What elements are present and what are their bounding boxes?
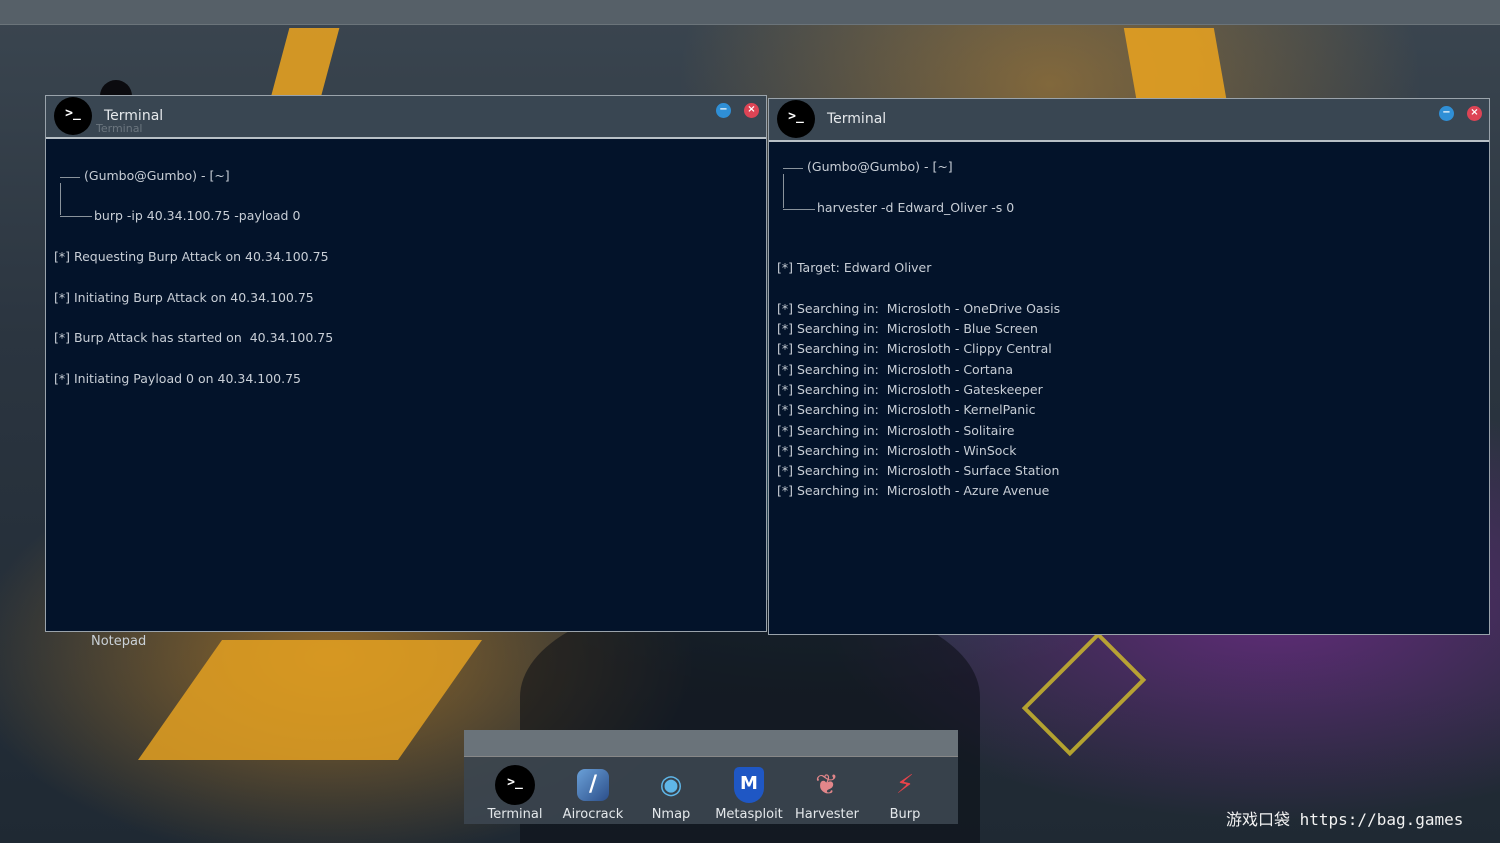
terminal-content[interactable]: (Gumbo@Gumbo) - [~] harvester -d Edward_… (769, 140, 1489, 634)
dock: >_ Terminal / Airocrack ◉ Nmap M Metaspl… (464, 730, 958, 824)
output-line: [*] Burp Attack has started on 40.34.100… (54, 330, 334, 345)
dock-item-airocrack[interactable]: / Airocrack (554, 757, 632, 824)
eye-icon: ◉ (659, 770, 683, 800)
prompt-tree-line (60, 216, 92, 217)
burp-lightning-icon: ⚡ (895, 770, 915, 800)
output-line: [*] Requesting Burp Attack on 40.34.100.… (54, 249, 329, 264)
output-line: [*] Searching in: Microsloth - KernelPan… (777, 402, 1036, 417)
terminal-content[interactable]: (Gumbo@Gumbo) - [~] burp -ip 40.34.100.7… (46, 137, 766, 631)
dock-item-label: Burp (889, 807, 921, 822)
window-titlebar[interactable]: >_ Terminal − × (769, 99, 1489, 141)
output-line: [*] Initiating Burp Attack on 40.34.100.… (54, 290, 314, 305)
output-line: [*] Searching in: Microsloth - Surface S… (777, 463, 1060, 478)
dock-item-label: Metasploit (715, 807, 783, 822)
desktop-notepad-label[interactable]: Notepad (91, 634, 146, 649)
output-line: [*] Searching in: Microsloth - OneDrive … (777, 301, 1061, 316)
output-line: [*] Searching in: Microsloth - Blue Scre… (777, 321, 1038, 336)
wallpaper-shape (137, 640, 483, 760)
dock-item-label: Terminal (487, 807, 543, 822)
close-button[interactable]: × (744, 103, 759, 118)
airocrack-icon: / (577, 769, 609, 801)
shield-m-icon: M (734, 767, 764, 803)
output-line: [*] Searching in: Microsloth - Gateskeep… (777, 382, 1043, 397)
terminal-icon: >_ (777, 100, 815, 138)
prompt-tree-line (783, 168, 803, 169)
dock-item-terminal[interactable]: >_ Terminal (476, 757, 554, 824)
dock-item-nmap[interactable]: ◉ Nmap (632, 757, 710, 824)
wallpaper-emblem (1021, 631, 1147, 757)
prompt-tree-line (60, 183, 61, 215)
dock-item-metasploit[interactable]: M Metasploit (710, 757, 788, 824)
wallpaper-shape (270, 28, 340, 98)
top-bar (0, 0, 1500, 25)
wallpaper-shape (1123, 28, 1227, 98)
output-line: [*] Searching in: Microsloth - WinSock (777, 443, 1017, 458)
prompt-line: (Gumbo@Gumbo) - [~] (84, 168, 230, 183)
minimize-button[interactable]: − (716, 103, 731, 118)
dock-item-harvester[interactable]: ❦ Harvester (788, 757, 866, 824)
watermark-text: 游戏口袋 https://bag.games (1226, 810, 1464, 829)
window-title-ghost: Terminal (96, 122, 143, 135)
output-line: [*] Searching in: Microsloth - Cortana (777, 362, 1013, 377)
terminal-window-left[interactable]: >_ Terminal Terminal − × (Gumbo@Gumbo) -… (45, 95, 767, 632)
terminal-icon: >_ (54, 97, 92, 135)
prompt-tree-line (783, 209, 815, 210)
prompt-tree-line (783, 174, 784, 208)
window-titlebar[interactable]: >_ Terminal Terminal − × (46, 96, 766, 138)
dock-header (464, 730, 958, 756)
output-line: [*] Searching in: Microsloth - Solitaire (777, 423, 1015, 438)
terminal-icon: >_ (495, 765, 535, 805)
dock-body: >_ Terminal / Airocrack ◉ Nmap M Metaspl… (464, 756, 958, 824)
prompt-tree-line (60, 177, 80, 178)
close-button[interactable]: × (1467, 106, 1482, 121)
dock-item-burp[interactable]: ⚡ Burp (866, 757, 944, 824)
prompt-line: (Gumbo@Gumbo) - [~] (807, 159, 953, 174)
feather-icon: ❦ (815, 768, 839, 801)
target-line: [*] Target: Edward Oliver (777, 260, 932, 275)
dock-item-label: Harvester (795, 807, 859, 822)
command-line: harvester -d Edward_Oliver -s 0 (817, 200, 1015, 215)
minimize-button[interactable]: − (1439, 106, 1454, 121)
output-line: [*] Initiating Payload 0 on 40.34.100.75 (54, 371, 301, 386)
terminal-window-right[interactable]: >_ Terminal − × (Gumbo@Gumbo) - [~] harv… (768, 98, 1490, 635)
window-title: Terminal (827, 111, 887, 127)
dock-item-label: Nmap (651, 807, 691, 822)
dock-item-label: Airocrack (562, 807, 624, 822)
output-line: [*] Searching in: Microsloth - Azure Ave… (777, 483, 1050, 498)
output-line: [*] Searching in: Microsloth - Clippy Ce… (777, 341, 1052, 356)
command-line: burp -ip 40.34.100.75 -payload 0 (94, 208, 301, 223)
